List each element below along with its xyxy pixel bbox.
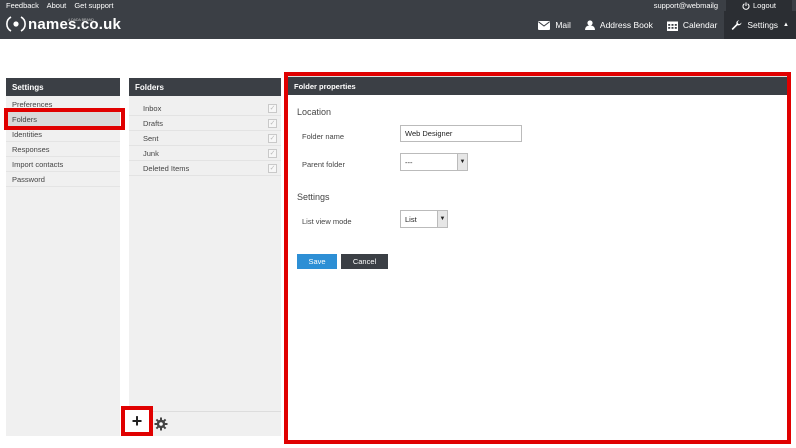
- folder-properties-title: Folder properties: [288, 77, 789, 95]
- logout-label: Logout: [753, 1, 776, 10]
- settings-menu: Preferences Folders Identities Responses…: [6, 97, 120, 187]
- nav-address-book[interactable]: Address Book: [578, 11, 660, 39]
- folder-row-sent[interactable]: Sent ✓: [129, 131, 281, 146]
- parent-folder-select[interactable]: --- ▼: [400, 153, 468, 171]
- chevron-down-icon: ▼: [457, 154, 467, 170]
- subscribe-checkbox[interactable]: ✓: [268, 133, 277, 143]
- chevron-down-icon: ▼: [437, 211, 447, 227]
- logo[interactable]: names.co.uk: [6, 14, 121, 34]
- about-link[interactable]: About: [47, 1, 67, 10]
- subscribe-checkbox[interactable]: ✓: [268, 163, 277, 173]
- nav-calendar-label: Calendar: [682, 20, 718, 30]
- nav-settings-label: Settings: [747, 20, 779, 30]
- parent-folder-value: ---: [405, 157, 413, 167]
- folder-name: Junk: [143, 148, 159, 158]
- settings-item-identities[interactable]: Identities: [6, 127, 120, 142]
- nav-mail[interactable]: Mail: [531, 11, 578, 39]
- settings-sidebar: Settings Preferences Folders Identities …: [6, 78, 120, 436]
- add-folder-button[interactable]: +: [121, 406, 153, 436]
- folder-name: Drafts: [143, 118, 164, 128]
- nav-calendar[interactable]: Calendar: [660, 11, 725, 39]
- settings-item-folders[interactable]: Folders: [6, 112, 120, 127]
- folder-name: Deleted Items: [143, 163, 190, 173]
- folder-row-deleted-items[interactable]: Deleted Items ✓: [129, 161, 281, 176]
- power-icon: [742, 1, 750, 10]
- cancel-button[interactable]: Cancel: [341, 254, 388, 269]
- gear-icon[interactable]: [154, 417, 168, 431]
- settings-item-preferences[interactable]: Preferences: [6, 97, 120, 112]
- settings-sidebar-title: Settings: [6, 78, 120, 96]
- person-icon: [584, 20, 595, 30]
- save-button[interactable]: Save: [297, 254, 337, 269]
- wrench-icon: [732, 19, 742, 30]
- folder-name-label: Folder name: [302, 132, 345, 141]
- subscribe-checkbox[interactable]: ✓: [268, 148, 277, 158]
- nav-mail-label: Mail: [555, 20, 571, 30]
- folder-list: Inbox ✓ Drafts ✓ Sent ✓ Junk ✓ Deleted I…: [129, 101, 281, 176]
- settings-item-import-contacts[interactable]: Import contacts: [6, 157, 120, 172]
- folder-name-input[interactable]: Web Designer: [400, 125, 522, 142]
- main-nav: Mail Address Book Calendar Settings ▲: [531, 11, 796, 39]
- folder-name: Sent: [143, 133, 159, 143]
- folders-panel: Folders Inbox ✓ Drafts ✓ Sent ✓ Junk ✓ D…: [121, 78, 281, 436]
- settings-item-password[interactable]: Password: [6, 172, 120, 187]
- feedback-link[interactable]: Feedback: [6, 1, 39, 10]
- subscribe-checkbox[interactable]: ✓: [268, 118, 277, 128]
- list-view-mode-value: List: [405, 214, 417, 224]
- location-section-title: Location: [297, 107, 332, 117]
- top-links: Feedback About Get support: [6, 1, 120, 10]
- list-view-mode-label: List view mode: [302, 217, 352, 226]
- get-support-link[interactable]: Get support: [74, 1, 113, 10]
- list-view-mode-select[interactable]: List ▼: [400, 210, 448, 228]
- folders-footer: +: [121, 406, 281, 436]
- mail-icon: [538, 20, 551, 30]
- settings-section-title: Settings: [297, 192, 330, 202]
- folders-panel-title: Folders: [129, 78, 281, 96]
- folder-name: Inbox: [143, 103, 162, 113]
- parent-folder-label: Parent folder: [302, 160, 345, 169]
- folder-row-junk[interactable]: Junk ✓: [129, 146, 281, 161]
- folder-row-inbox[interactable]: Inbox ✓: [129, 101, 281, 116]
- logout-button[interactable]: Logout: [726, 0, 792, 11]
- folder-row-drafts[interactable]: Drafts ✓: [129, 116, 281, 131]
- user-email: support@webmailg: [653, 1, 718, 10]
- logo-subtitle: A DADA BRAND: [68, 18, 94, 22]
- settings-item-responses[interactable]: Responses: [6, 142, 120, 157]
- nav-address-book-label: Address Book: [599, 20, 653, 30]
- top-bar: Feedback About Get support support@webma…: [0, 0, 796, 39]
- nav-settings[interactable]: Settings ▲: [724, 11, 796, 39]
- logo-mark-icon: [6, 15, 26, 33]
- caret-up-icon: ▲: [783, 22, 789, 28]
- calendar-icon: [666, 21, 678, 31]
- subscribe-checkbox[interactable]: ✓: [268, 103, 277, 113]
- folder-properties-panel: Folder properties Location Folder name W…: [287, 76, 790, 441]
